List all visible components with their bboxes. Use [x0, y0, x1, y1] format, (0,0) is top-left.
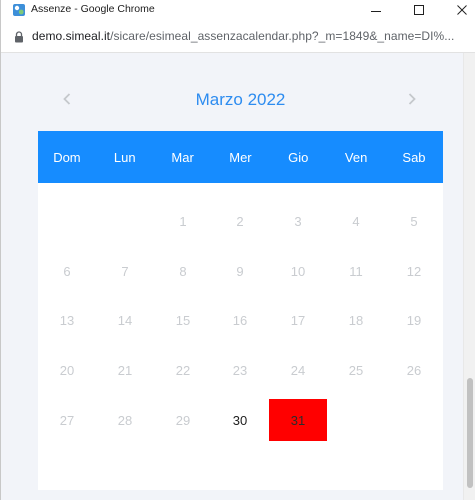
weekday-label: Dom: [53, 149, 81, 165]
weekday-label: Mer: [229, 149, 252, 165]
day-cell-disabled: 21: [117, 362, 133, 378]
scrollbar-thumb[interactable]: [467, 378, 473, 488]
url-path: /sicare/esimeal_assenzacalendar.php?_m=1…: [110, 29, 455, 43]
day-cell-disabled: 11: [349, 263, 363, 279]
address-bar[interactable]: demo.simeal.it/sicare/esimeal_assenzacal…: [1, 20, 475, 53]
day-cell-disabled: 2: [236, 213, 244, 229]
weekday-label: Ven: [344, 149, 368, 165]
vertical-scrollbar[interactable]: [463, 53, 475, 500]
day-cell-disabled: 29: [175, 412, 191, 428]
day-cell-disabled: 3: [294, 213, 302, 229]
day-cell-disabled: 10: [290, 263, 306, 279]
weekday-label: Mar: [171, 149, 194, 165]
chevron-right-icon: [408, 93, 416, 105]
day-cell-disabled: 9: [236, 263, 244, 279]
day-cell-disabled: 22: [175, 362, 191, 378]
weekday-label: Sab: [402, 149, 426, 165]
day-cell-disabled: 20: [59, 362, 75, 378]
day-cell-disabled: 13: [59, 312, 75, 328]
minimize-button[interactable]: [361, 0, 391, 20]
day-cell-disabled: 15: [175, 312, 191, 328]
lock-icon: [15, 31, 23, 43]
close-icon: [457, 5, 467, 15]
app-favicon-icon: [13, 4, 25, 16]
day-cell-active[interactable]: 30: [211, 399, 269, 441]
day-cell-disabled: 24: [290, 362, 306, 378]
day-cell-disabled: 6: [63, 263, 71, 279]
day-cell-disabled: 27: [59, 412, 75, 428]
weekday-label: Lun: [113, 149, 136, 165]
day-cell-disabled: 26: [406, 362, 422, 378]
window-title: Assenze - Google Chrome: [31, 3, 155, 15]
day-cell-disabled: 23: [232, 362, 248, 378]
day-cell-disabled: 8: [179, 263, 187, 279]
day-cell-disabled: 18: [348, 312, 364, 328]
url-host: demo.simeal.it: [32, 29, 111, 43]
calendar: Marzo 2022 Dom Lun Mar Mer Gio Ven Sab 1234567…: [38, 79, 443, 490]
next-month-button[interactable]: [402, 89, 422, 109]
maximize-button[interactable]: [404, 0, 434, 20]
day-cell-disabled: 16: [232, 312, 248, 328]
minimize-icon: [371, 10, 381, 12]
day-cell-disabled: 17: [290, 312, 306, 328]
day-cell-disabled: 25: [348, 362, 364, 378]
day-cell-disabled: 12: [406, 263, 422, 279]
day-cell-disabled: 1: [179, 213, 187, 229]
title-bar: Assenze - Google Chrome: [1, 0, 475, 20]
weekday-label: Gio: [288, 149, 309, 165]
maximize-icon: [414, 5, 424, 15]
browser-window: Assenze - Google Chrome demo.simeal.it/s…: [0, 0, 475, 500]
month-title: Marzo 2022: [195, 90, 286, 109]
day-grid: 1 2 3 4 5 6 7 8 9 10 11 12 13 14 15 16 17 18 19 20 21 22 23 24 2…: [38, 183, 443, 490]
day-cell-disabled: 28: [117, 412, 133, 428]
day-cell-disabled: 7: [121, 263, 129, 279]
weekday-header-row: Dom Lun Mar Mer Gio Ven Sab: [38, 131, 443, 183]
url-text[interactable]: demo.simeal.it/sicare/esimeal_assenzacal…: [32, 29, 454, 43]
day-cell-disabled: 5: [410, 213, 418, 229]
day-cell-disabled: 14: [117, 312, 133, 328]
day-cell-disabled: 19: [406, 312, 422, 328]
close-button[interactable]: [447, 0, 475, 20]
day-cell-marked[interactable]: 31: [269, 399, 327, 441]
day-cell-disabled: 4: [352, 213, 360, 229]
calendar-header: Marzo 2022: [38, 79, 443, 131]
